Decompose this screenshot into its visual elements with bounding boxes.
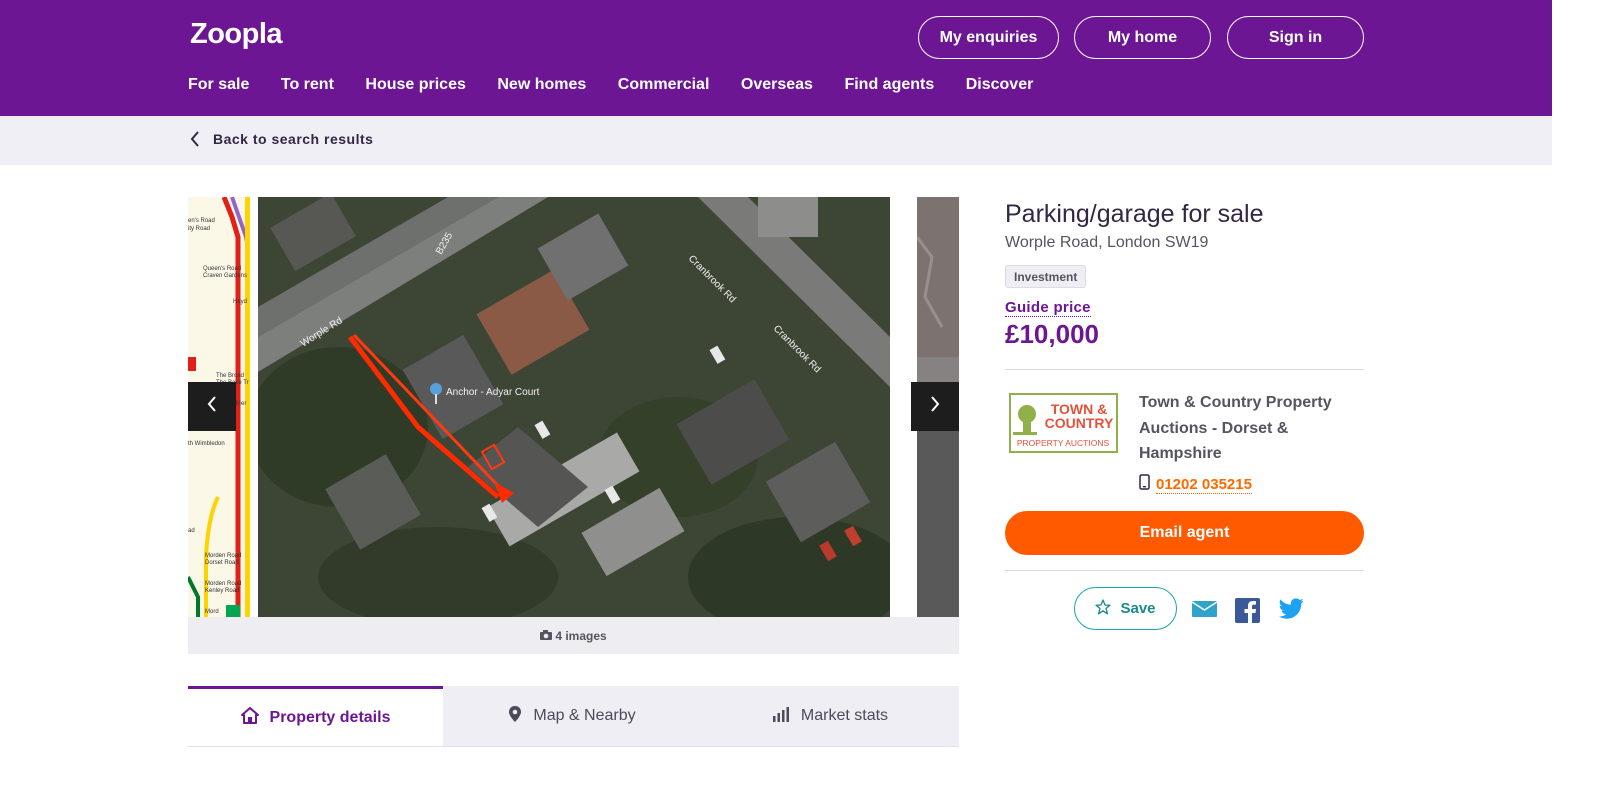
location-pin-icon (508, 705, 533, 728)
agent-logo[interactable]: TOWN & COUNTRY PROPERTY AUCTIONS (1009, 393, 1118, 453)
investment-badge: Investment (1005, 265, 1087, 288)
map-label-anchor: Anchor - Adyar Court (446, 387, 540, 398)
chevron-left-icon (190, 129, 208, 149)
tab-label: Map & Nearby (533, 707, 636, 724)
bar-chart-icon (772, 706, 801, 727)
agent-phone-link[interactable]: 01202 035215 (1139, 474, 1252, 495)
my-home-button[interactable]: My home (1074, 16, 1211, 59)
tab-market-stats[interactable]: Market stats (701, 686, 959, 746)
agent-name[interactable]: Town & Country Property Auctions - Dorse… (1139, 390, 1359, 467)
tube-label: Dorset Road (205, 560, 239, 566)
tube-label: Queen's Road (203, 266, 241, 272)
tube-label: Mer (236, 401, 246, 407)
tab-label: Property details (269, 708, 391, 726)
tube-label: en's Road (188, 218, 215, 224)
tube-label: ad (188, 528, 195, 534)
tube-label: Morden Road (205, 553, 241, 559)
zoopla-logo[interactable]: Zoopla (190, 18, 283, 51)
image-count-caption[interactable]: 4 images (188, 617, 959, 654)
listing-tabs: Property details Map & Nearby Market sta… (188, 686, 959, 747)
sign-in-button[interactable]: Sign in (1227, 16, 1364, 59)
nav-for-sale[interactable]: For sale (188, 76, 249, 94)
tube-label: The Broad (216, 373, 244, 379)
save-button[interactable]: Save (1074, 587, 1177, 630)
tube-label: ity Road (188, 226, 210, 232)
tube-label: Kenley Road (205, 588, 239, 594)
main-property-image[interactable]: Anchor - Adyar Court Worple Rd B235 Cran… (258, 197, 890, 617)
email-agent-button[interactable]: Email agent (1005, 511, 1364, 555)
save-label: Save (1120, 600, 1156, 617)
listing-address: Worple Road, London SW19 (1005, 234, 1209, 251)
home-icon (240, 706, 270, 729)
mobile-phone-icon (1139, 474, 1150, 495)
nav-find-agents[interactable]: Find agents (844, 76, 934, 94)
image-count-label: 4 images (555, 628, 607, 643)
camera-icon (540, 629, 555, 643)
image-gallery: en's Road ity Road Queen's Road Craven G… (188, 197, 959, 617)
my-enquiries-button[interactable]: My enquiries (918, 16, 1059, 59)
nav-house-prices[interactable]: House prices (365, 76, 465, 94)
listing-price: £10,000 (1005, 319, 1099, 349)
tube-label: Craven Gardens (203, 273, 247, 279)
tab-map-nearby[interactable]: Map & Nearby (443, 686, 701, 746)
site-header: Zoopla My enquiries My home Sign in For … (0, 0, 1552, 116)
back-to-results-link[interactable]: Back to search results (190, 129, 373, 149)
guide-price-label[interactable]: Guide price (1005, 299, 1091, 317)
divider (1005, 369, 1364, 370)
twitter-icon[interactable] (1278, 598, 1304, 625)
tube-label: Morden Road (205, 581, 241, 587)
tube-label: Mord (205, 609, 219, 615)
next-image-button[interactable] (911, 382, 959, 431)
tab-property-details[interactable]: Property details (188, 686, 443, 746)
nav-discover[interactable]: Discover (966, 76, 1034, 94)
nav-commercial[interactable]: Commercial (618, 76, 710, 94)
email-share-icon[interactable] (1191, 598, 1218, 625)
main-nav: For sale To rent House prices New homes … (188, 76, 1065, 94)
back-link-label: Back to search results (213, 131, 374, 147)
listing-title: Parking/garage for sale (1005, 200, 1264, 228)
nav-new-homes[interactable]: New homes (497, 76, 586, 94)
tab-label: Market stats (800, 707, 889, 724)
nav-to-rent[interactable]: To rent (281, 76, 334, 94)
agent-phone-number: 01202 035215 (1156, 475, 1252, 494)
agent-logo-text: PROPERTY AUCTIONS (1017, 438, 1110, 448)
agent-logo-text: COUNTRY (1045, 415, 1114, 431)
facebook-icon[interactable] (1235, 598, 1260, 628)
chevron-left-icon (206, 395, 218, 418)
previous-image-button[interactable] (188, 382, 236, 431)
divider (1005, 570, 1364, 571)
tube-label: th Wimbledon (188, 441, 225, 447)
nav-overseas[interactable]: Overseas (741, 76, 813, 94)
star-icon (1095, 598, 1120, 619)
back-bar: Back to search results (0, 116, 1552, 165)
tube-label: Hayd (233, 299, 247, 305)
chevron-right-icon (929, 395, 941, 418)
